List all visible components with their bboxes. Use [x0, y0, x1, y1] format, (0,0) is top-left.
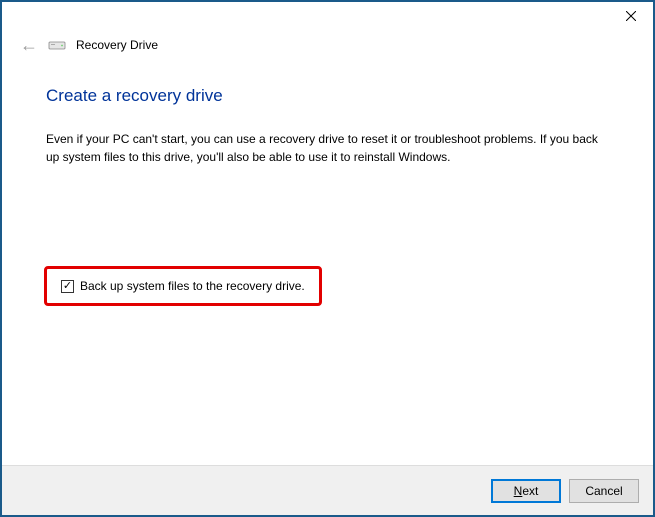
page-heading: Create a recovery drive [46, 86, 609, 106]
backup-checkbox[interactable]: ✓ Back up system files to the recovery d… [61, 279, 305, 293]
close-icon [626, 11, 636, 21]
cancel-button[interactable]: Cancel [569, 479, 639, 503]
wizard-footer: Next Cancel [2, 465, 653, 515]
recovery-drive-window: ← Recovery Drive Create a recovery drive… [0, 0, 655, 517]
checkbox-highlight: ✓ Back up system files to the recovery d… [44, 266, 322, 306]
page-description: Even if your PC can't start, you can use… [46, 130, 606, 166]
checkbox-box-icon: ✓ [61, 280, 74, 293]
wizard-title: Recovery Drive [76, 38, 158, 52]
back-arrow-icon: ← [20, 36, 38, 54]
wizard-header: ← Recovery Drive [2, 32, 653, 68]
close-button[interactable] [608, 2, 653, 30]
backup-checkbox-label: Back up system files to the recovery dri… [80, 279, 305, 293]
next-button[interactable]: Next [491, 479, 561, 503]
drive-icon [48, 39, 66, 51]
wizard-content: Create a recovery drive Even if your PC … [2, 68, 653, 465]
titlebar [2, 2, 653, 32]
